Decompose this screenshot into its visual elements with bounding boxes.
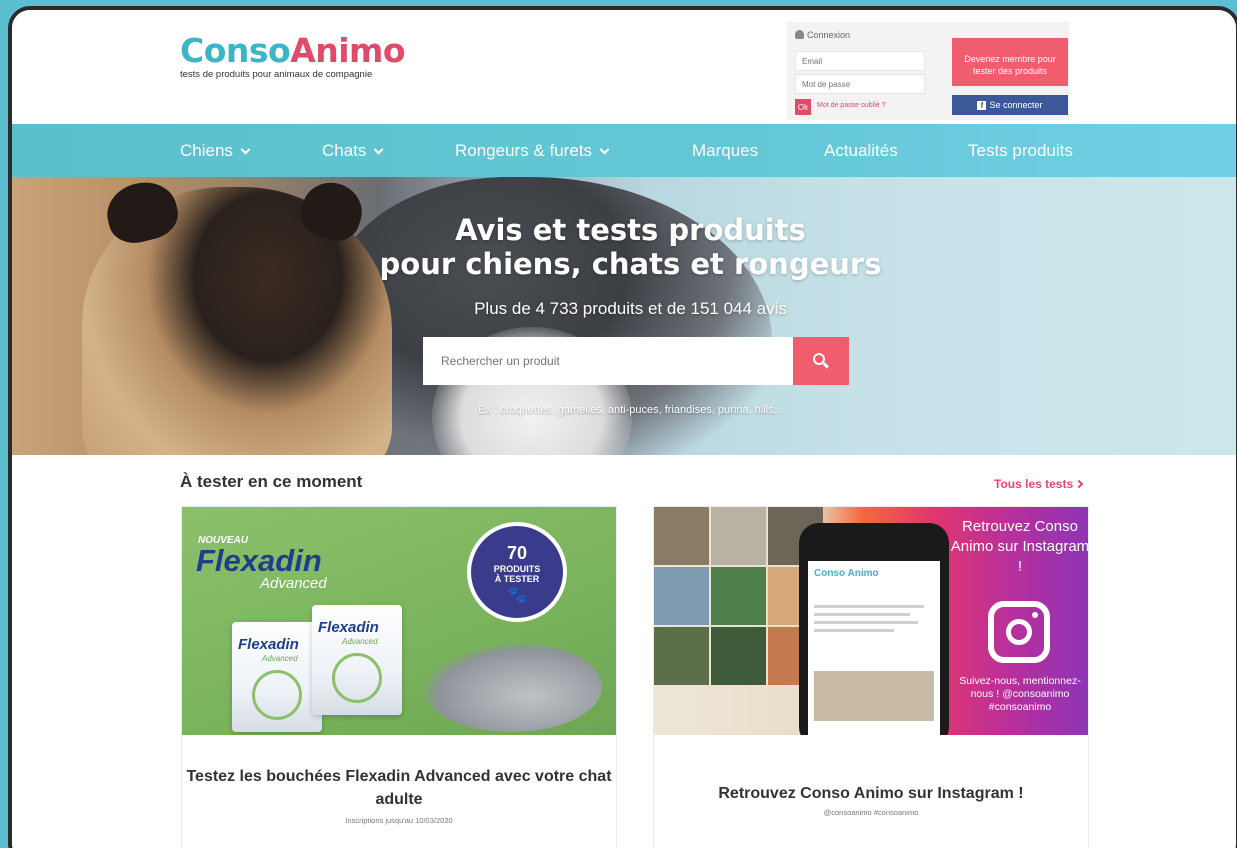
search-button[interactable] bbox=[793, 337, 849, 385]
hero-subtitle: Plus de 4 733 produits et de 151 044 avi… bbox=[474, 299, 787, 318]
logo-tagline: tests de produits pour animaux de compag… bbox=[180, 69, 373, 80]
nav-label: Chiens bbox=[180, 141, 233, 160]
search-icon-handle bbox=[822, 362, 830, 369]
pouch-brand: Flexadin bbox=[318, 619, 379, 636]
search-examples: Ex : croquettes, gamelles, anti-puces, f… bbox=[478, 404, 783, 416]
badge-number: 70 bbox=[506, 543, 528, 563]
text-line bbox=[814, 629, 894, 632]
nav-label: Marques bbox=[692, 141, 759, 160]
member-panel: Devenez membre pour tester des produits … bbox=[937, 22, 1069, 120]
chevron-right-icon bbox=[1074, 479, 1084, 489]
nav-item-actualites[interactable]: Actualités bbox=[824, 141, 898, 161]
photo-tile bbox=[654, 567, 709, 625]
browser-frame: ConsoAnimo tests de produits pour animau… bbox=[8, 6, 1237, 848]
login-title: Connexion bbox=[795, 30, 850, 40]
card-meta: Inscriptions jusqu'au 10/03/2020 bbox=[345, 816, 453, 825]
pouch-cat-circle bbox=[332, 653, 382, 703]
chevron-down-icon bbox=[599, 144, 610, 155]
flexadin-brand: Flexadin bbox=[196, 543, 322, 578]
smartphone-image: Conso Animo bbox=[799, 523, 949, 735]
products-to-test-badge: 70 PRODUITS À TESTER 🐾 bbox=[467, 522, 567, 622]
pouch-line: Advanced bbox=[342, 637, 378, 646]
all-tests-link[interactable]: Tous les tests bbox=[994, 477, 1084, 491]
instagram-lens bbox=[1006, 619, 1032, 645]
photo-tile bbox=[711, 507, 766, 565]
nav-label: Chats bbox=[322, 141, 367, 160]
nav-item-tests-produits[interactable]: Tests produits bbox=[968, 141, 1073, 161]
phone-photo-grid bbox=[814, 671, 934, 721]
nav-item-marques[interactable]: Marques bbox=[692, 141, 758, 161]
nav-label: Rongeurs & furets bbox=[455, 141, 593, 160]
product-pouch: Flexadin Advanced bbox=[312, 605, 402, 715]
hero-title: Avis et tests produits pour chiens, chat… bbox=[12, 213, 1236, 281]
nav-item-chats[interactable]: Chats bbox=[322, 141, 384, 161]
instagram-icon bbox=[988, 601, 1050, 663]
product-pouch: Flexadin Advanced bbox=[232, 622, 322, 732]
card-image-flexadin: NOUVEAU Flexadin Advanced 70 PRODUITS À … bbox=[182, 507, 616, 735]
photo-tile bbox=[711, 627, 766, 685]
nav-item-chiens[interactable]: Chiens bbox=[180, 141, 251, 161]
instagram-dot bbox=[1032, 612, 1038, 618]
phone-profile-name: Conso Animo bbox=[814, 568, 879, 579]
chevron-down-icon bbox=[373, 144, 384, 155]
facebook-login-button[interactable]: f Se connecter bbox=[952, 95, 1068, 115]
hero-banner: Avis et tests produits pour chiens, chat… bbox=[12, 177, 1236, 455]
site-header: ConsoAnimo tests de produits pour animau… bbox=[12, 10, 1236, 124]
user-icon bbox=[795, 30, 804, 39]
card-meta: @consoanimo #consoanimo bbox=[823, 808, 919, 817]
test-card-instagram[interactable]: Conso Animo Retrouvez Conso Animo sur In… bbox=[653, 506, 1089, 848]
login-title-text: Connexion bbox=[807, 30, 851, 40]
photo-tile bbox=[711, 567, 766, 625]
facebook-icon: f bbox=[977, 101, 987, 110]
become-member-button[interactable]: Devenez membre pour tester des produits bbox=[952, 38, 1068, 86]
all-tests-label: Tous les tests bbox=[994, 477, 1074, 491]
card-title: Retrouvez Conso Animo sur Instagram ! bbox=[718, 785, 1024, 802]
text-line bbox=[814, 621, 918, 624]
logo-part-animo: Animo bbox=[290, 31, 406, 70]
badge-text: À TESTER bbox=[494, 574, 540, 584]
nav-label: Tests produits bbox=[968, 141, 1073, 160]
hero-title-line1: Avis et tests produits bbox=[455, 213, 806, 247]
card-image-instagram: Conso Animo Retrouvez Conso Animo sur In… bbox=[654, 507, 1088, 735]
text-line bbox=[814, 613, 910, 616]
hero-title-line2: pour chiens, chats et rongeurs bbox=[379, 247, 882, 281]
phone-screen: Conso Animo bbox=[808, 561, 940, 735]
logo-wordmark: ConsoAnimo bbox=[180, 31, 406, 70]
main-nav: Chiens Chats Rongeurs & furets Marques A… bbox=[12, 124, 1236, 177]
section-title: À tester en ce moment bbox=[180, 472, 363, 491]
photo-tile bbox=[654, 507, 709, 565]
pouch-line: Advanced bbox=[262, 654, 298, 663]
chevron-down-icon bbox=[240, 144, 251, 155]
search-input[interactable] bbox=[423, 337, 793, 385]
card-title: Testez les bouchées Flexadin Advanced av… bbox=[186, 768, 612, 808]
facebook-login-label: Se connecter bbox=[989, 100, 1043, 110]
pouch-cat-circle bbox=[252, 670, 302, 720]
password-field[interactable] bbox=[795, 74, 925, 94]
site-logo[interactable]: ConsoAnimo tests de produits pour animau… bbox=[180, 31, 406, 81]
email-field[interactable] bbox=[795, 51, 925, 71]
nav-item-rongeurs[interactable]: Rongeurs & furets bbox=[455, 141, 610, 161]
photo-tile bbox=[654, 627, 709, 685]
instagram-headline: Retrouvez Conso Animo sur Instagram ! bbox=[950, 518, 1088, 575]
pouch-brand: Flexadin bbox=[238, 636, 299, 653]
advanced-label: Advanced bbox=[260, 575, 327, 592]
tabby-cat-image bbox=[422, 642, 602, 732]
instagram-follow-text: Suivez-nous, mentionnez-nous ! @consoani… bbox=[959, 675, 1081, 713]
forgot-password-link[interactable]: Mot de passe oublié ? bbox=[817, 102, 886, 109]
logo-part-conso: Conso bbox=[180, 31, 291, 70]
login-panel: Connexion Ok Mot de passe oublié ? bbox=[787, 22, 937, 120]
nav-label: Actualités bbox=[824, 141, 898, 160]
paw-icon: 🐾 bbox=[507, 587, 527, 604]
badge-text: PRODUITS bbox=[493, 564, 541, 574]
login-ok-button[interactable]: Ok bbox=[795, 99, 811, 115]
text-line bbox=[814, 605, 924, 608]
test-card-flexadin[interactable]: NOUVEAU Flexadin Advanced 70 PRODUITS À … bbox=[181, 506, 617, 848]
